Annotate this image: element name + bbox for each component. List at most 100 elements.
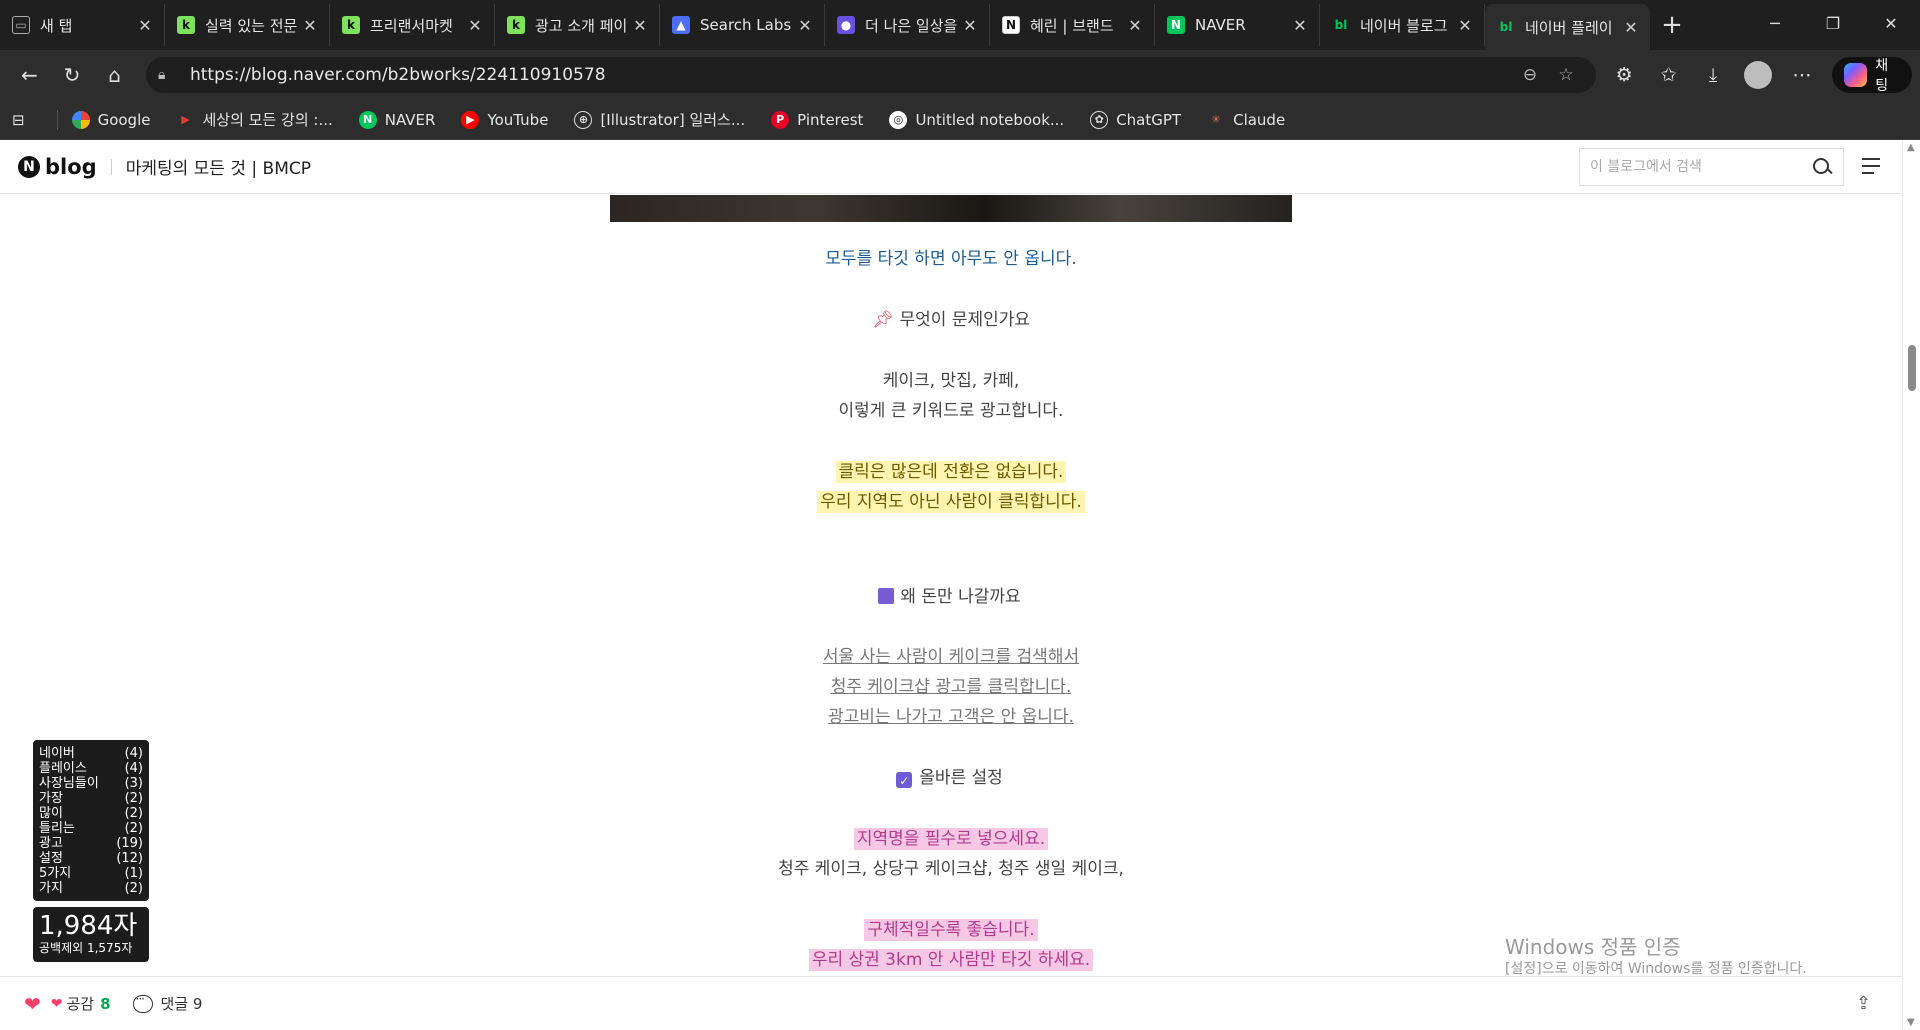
menu-icon[interactable] <box>1862 158 1880 174</box>
section-heading-problem: 📌︎ 무엇이 문제인가요 <box>0 308 1902 332</box>
close-icon[interactable]: ✕ <box>466 16 484 35</box>
browser-tab[interactable]: N NAVER ✕ <box>1155 4 1320 46</box>
browser-tab[interactable]: ▭ 새 탭 ✕ <box>0 4 165 46</box>
claude-icon: ✳ <box>1211 113 1221 126</box>
bookmark-pinterest[interactable]: P Pinterest <box>771 110 863 129</box>
copilot-chat-button[interactable]: 채팅 <box>1832 57 1912 94</box>
back-button[interactable]: ← <box>8 55 51 95</box>
keyword-row: 5가지 (1) <box>39 866 143 881</box>
restore-button[interactable]: ❐ <box>1804 0 1862 46</box>
bookmark-chatgpt[interactable]: ✿ ChatGPT <box>1090 110 1181 129</box>
close-icon[interactable]: ✕ <box>796 16 814 35</box>
underlined-text: 청주 케이크샵 광고를 클릭합니다. <box>830 677 1072 697</box>
bookmark-notebook[interactable]: ◎ Untitled notebook... <box>889 110 1064 129</box>
close-icon[interactable]: ✕ <box>631 16 649 35</box>
paragraph-text: 청주 케이크, 상당구 케이크샵, 청주 생일 케이크, <box>778 859 1124 879</box>
site-info-icon[interactable]: 🔒︎ <box>158 67 178 83</box>
bookmarks-bar: ⊟ Google ▶ 세상의 모든 강의 :... N NAVER ▶ YouTube… <box>0 100 1920 140</box>
bookmark-illustrator[interactable]: ⊕ [Illustrator] 일러스... <box>574 109 745 130</box>
scroll-down-arrow-icon[interactable]: ▼ <box>1907 1017 1915 1028</box>
post-action-bar: ❤ ❤ 공감 8 댓글 9 ⇪ <box>0 976 1902 1030</box>
bookmark-naver[interactable]: N NAVER <box>358 110 435 129</box>
address-bar[interactable]: 🔒︎ https://blog.naver.com/b2bworks/22411… <box>145 57 1596 93</box>
zoom-icon[interactable]: ⊖ <box>1512 65 1548 85</box>
browser-tab[interactable]: k 실력 있는 전문 ✕ <box>165 4 330 46</box>
paragraph-line: 케이크, 맛집, 카페, <box>0 369 1902 393</box>
close-icon[interactable]: ✕ <box>1126 16 1144 35</box>
blog-logo-text: blog <box>45 154 97 179</box>
close-icon[interactable]: ✕ <box>1456 16 1474 35</box>
search-icon[interactable] <box>1811 156 1833 178</box>
blog-title[interactable]: 마케팅의 모든 것 | BMCP <box>126 154 311 179</box>
keyword-row: 광고 (19) <box>39 836 143 851</box>
favorite-star-icon[interactable]: ☆ <box>1548 65 1584 85</box>
scroll-thumb[interactable] <box>1908 345 1916 391</box>
collections-icon[interactable]: ⊟ <box>12 111 25 129</box>
paragraph-line: 이렇게 큰 키워드로 광고합니다. <box>0 399 1902 423</box>
browser-tab[interactable]: N 혜린 | 브랜드 ✕ <box>990 4 1155 46</box>
close-icon[interactable]: ✕ <box>301 16 319 35</box>
small-heart-icon: ❤ <box>50 995 63 1012</box>
close-icon[interactable]: ✕ <box>136 16 154 35</box>
close-icon[interactable]: ✕ <box>1622 18 1640 37</box>
refresh-button[interactable]: ↻ <box>51 55 94 95</box>
comment-button[interactable]: 댓글 9 <box>132 992 202 1014</box>
highlight-line: 클릭은 많은데 전환은 없습니다. <box>0 460 1902 484</box>
browser-tab[interactable]: bl 네이버 블로그 ✕ <box>1320 4 1485 46</box>
favorites-icon[interactable]: ✩ <box>1646 55 1690 95</box>
bookmark-google[interactable]: Google <box>71 110 151 129</box>
close-window-button[interactable]: ✕ <box>1862 0 1920 46</box>
pushpin-icon: 📌︎ <box>871 310 894 330</box>
like-count: 8 <box>100 994 111 1013</box>
kmong-icon: k <box>342 16 360 34</box>
notion-icon: N <box>1002 16 1020 34</box>
caption-text: 모두를 타깃 하면 아무도 안 옵니다. <box>825 249 1077 269</box>
bookmark-label: Claude <box>1233 110 1286 129</box>
browser-tab[interactable]: k 프리랜서마켓 ✕ <box>330 4 495 46</box>
page-scrollbar[interactable]: ▲ ▼ <box>1902 140 1920 1030</box>
naver-blog-icon: bl <box>1499 20 1513 34</box>
underlined-line: 서울 사는 사람이 케이크를 검색해서 <box>0 645 1902 669</box>
profile-button[interactable] <box>1735 55 1779 95</box>
blog-search-input[interactable] <box>1590 159 1811 175</box>
url-text[interactable]: https://blog.naver.com/b2bworks/22411091… <box>190 65 1512 85</box>
blog-header: N blog 마케팅의 모든 것 | BMCP <box>0 140 1902 194</box>
like-label: 공감 <box>66 995 95 1013</box>
new-tab-button[interactable]: + <box>1650 4 1694 46</box>
bookmark-lectures[interactable]: ▶ 세상의 모든 강의 :... <box>176 109 333 130</box>
extensions-icon[interactable]: ⚙ <box>1602 55 1646 95</box>
minimize-button[interactable]: ─ <box>1746 0 1804 46</box>
share-icon[interactable]: ⇪ <box>1856 993 1878 1014</box>
tab-label: 새 탭 <box>40 16 73 35</box>
browser-tab-active[interactable]: bl 네이버 플레이 ✕ <box>1485 4 1650 50</box>
char-count-no-space: 공백제외 1,575자 <box>39 941 133 955</box>
close-icon[interactable]: ✕ <box>961 16 979 35</box>
tab-label: 프리랜서마켓 <box>370 16 453 35</box>
section-heading-why: 왜 돈만 나갈까요 <box>0 585 1902 609</box>
browser-tab[interactable]: ▲ Search Labs ✕ <box>660 4 825 46</box>
scroll-up-arrow-icon[interactable]: ▲ <box>1907 142 1915 153</box>
copilot-label: 채팅 <box>1875 58 1889 94</box>
purple-square-icon <box>878 588 895 604</box>
paragraph-line: 청주 케이크, 상당구 케이크샵, 청주 생일 케이크, <box>0 857 1902 881</box>
kmong-icon: k <box>507 16 525 34</box>
downloads-icon[interactable]: ⤓ <box>1691 55 1735 95</box>
heart-icon[interactable]: ❤ <box>24 992 41 1016</box>
bookmark-label: Google <box>97 110 151 129</box>
underlined-line: 광고비는 나가고 고객은 안 옵니다. <box>0 705 1902 729</box>
close-icon[interactable]: ✕ <box>1291 16 1309 35</box>
more-menu-icon[interactable]: ⋯ <box>1780 55 1824 95</box>
highlighted-text: 구체적일수록 좋습니다. <box>864 919 1038 941</box>
notebook-icon: ◎ <box>889 110 908 129</box>
post-content: 모두를 타깃 하면 아무도 안 옵니다. 📌︎ 무엇이 문제인가요 케이크, 맛집… <box>0 195 1902 975</box>
bookmark-claude[interactable]: ✳ Claude <box>1207 111 1285 129</box>
browser-tab[interactable]: ● 더 나은 일상을 ✕ <box>825 4 990 46</box>
home-button[interactable]: ⌂ <box>93 55 136 95</box>
bookmark-label: YouTube <box>487 110 549 129</box>
naver-blog-logo[interactable]: N blog <box>18 155 97 179</box>
browser-tab[interactable]: k 광고 소개 페이 ✕ <box>495 4 660 46</box>
bookmark-youtube[interactable]: ▶ YouTube <box>461 110 549 129</box>
heading-text: 왜 돈만 나갈까요 <box>900 587 1021 607</box>
like-button[interactable]: ❤ 공감 8 <box>51 993 111 1014</box>
windows-activation-watermark: Windows 정품 인증 [설정]으로 이동하여 Windows를 정품 인증… <box>1505 934 1807 978</box>
